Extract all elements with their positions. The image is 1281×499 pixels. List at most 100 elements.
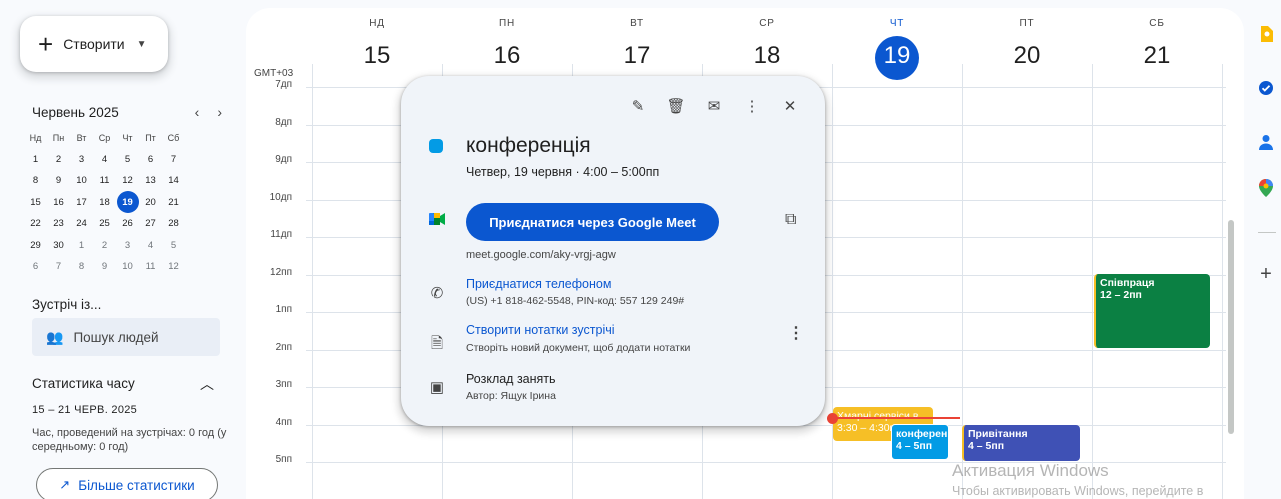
mini-calendar-day[interactable]: 28 — [162, 218, 185, 229]
mini-calendar-day[interactable]: 9 — [93, 261, 116, 272]
mini-calendar-day[interactable]: 13 — [139, 175, 162, 186]
mini-calendar-day[interactable]: 1 — [70, 240, 93, 251]
mini-calendar-day[interactable]: 8 — [70, 261, 93, 272]
mini-calendar-day[interactable]: 1 — [24, 154, 47, 165]
join-by-phone-link[interactable]: Приєднатися телефоном — [466, 277, 611, 291]
day-number[interactable]: 19 — [832, 42, 962, 70]
close-icon[interactable]: ✕ — [775, 94, 805, 118]
mini-calendar-day[interactable]: 20 — [139, 197, 162, 208]
mini-calendar-day[interactable]: 12 — [162, 261, 185, 272]
mini-calendar-day[interactable]: 16 — [47, 197, 70, 208]
event-collaboration[interactable]: Співпраця 12 – 2пп — [1094, 274, 1210, 348]
mini-calendar-day[interactable]: 9 — [47, 175, 70, 186]
mini-calendar-day[interactable]: 11 — [139, 261, 162, 272]
mini-calendar-day[interactable]: 11 — [93, 175, 116, 186]
more-insights-button[interactable]: ↗ Більше статистики — [36, 468, 218, 499]
people-search-input[interactable]: 👥 Пошук людей — [32, 318, 220, 356]
mini-calendar-day[interactable]: 7 — [47, 261, 70, 272]
mini-calendar-day[interactable]: 2 — [47, 154, 70, 165]
event-title: Співпраця — [1100, 277, 1155, 289]
mini-calendar-day[interactable]: 17 — [70, 197, 93, 208]
mini-calendar-day[interactable]: 30 — [47, 240, 70, 251]
mini-calendar-day[interactable]: 2 — [93, 240, 116, 251]
mini-calendar-today[interactable]: 19 — [116, 191, 139, 214]
maps-icon[interactable] — [1256, 178, 1276, 198]
day-number[interactable]: 20 — [962, 42, 1092, 70]
notes-more-icon[interactable]: ⋮ — [788, 323, 804, 343]
mini-calendar-day[interactable]: 12 — [116, 175, 139, 186]
day-of-week: ВТ — [630, 18, 644, 29]
mini-calendar-week: 1234567 — [24, 149, 226, 171]
mini-calendar-day[interactable]: 4 — [93, 154, 116, 165]
chevron-right-icon[interactable]: › — [217, 104, 222, 120]
day-of-week: НД — [369, 18, 385, 29]
mini-calendar-day[interactable]: 26 — [116, 218, 139, 229]
day-number[interactable]: 16 — [442, 42, 572, 70]
mini-calendar-day[interactable]: 10 — [116, 261, 139, 272]
day-number[interactable]: 15 — [312, 42, 442, 70]
event-datetime: Четвер, 19 червня · 4:00 – 5:00пп — [466, 165, 660, 179]
timezone-label: GMT+03 — [254, 68, 294, 79]
tasks-icon[interactable] — [1256, 78, 1276, 98]
add-addon-icon[interactable]: + — [1256, 263, 1276, 285]
day-number[interactable]: 17 — [572, 42, 702, 70]
mini-calendar-day[interactable]: 5 — [162, 240, 185, 251]
day-of-week: СР — [759, 18, 775, 29]
weekday-label: Пт — [145, 132, 156, 143]
day-header-19[interactable]: ЧТ 19 — [832, 8, 962, 88]
hour-label: 2пп — [275, 341, 292, 353]
keep-icon[interactable] — [1256, 24, 1276, 44]
mini-calendar-day[interactable]: 18 — [93, 197, 116, 208]
mini-calendar-week: 22 23 24 25 26 27 28 — [24, 213, 226, 235]
take-notes-link[interactable]: Створити нотатки зустрічі — [466, 323, 615, 337]
event-greeting[interactable]: Привітання 4 – 5пп — [962, 425, 1080, 461]
phone-details: (US) +1 818-462-5548, PIN-код: 557 129 2… — [466, 295, 685, 307]
scrollbar[interactable] — [1228, 220, 1234, 434]
mini-calendar-day[interactable]: 22 — [24, 218, 47, 229]
mini-calendar-day[interactable]: 6 — [139, 154, 162, 165]
mini-calendar-day[interactable]: 21 — [162, 197, 185, 208]
mini-calendar-day[interactable]: 3 — [116, 240, 139, 251]
hour-label: 3пп — [275, 379, 292, 390]
join-google-meet-button[interactable]: Приєднатися через Google Meet — [466, 203, 719, 241]
event-conference[interactable]: конференція 4 – 5пп — [891, 424, 949, 460]
calendar-name: Розклад занять — [466, 372, 556, 386]
edit-icon[interactable]: ✎ — [623, 94, 653, 118]
contacts-icon[interactable] — [1256, 132, 1276, 152]
mini-calendar-day[interactable]: 29 — [24, 240, 47, 251]
mini-calendar-day[interactable]: 6 — [24, 261, 47, 272]
mini-calendar-day[interactable]: 15 — [24, 197, 47, 208]
mini-calendar-day[interactable]: 25 — [93, 218, 116, 229]
mini-calendar-day[interactable]: 10 — [70, 175, 93, 186]
more-options-icon[interactable]: ⋮ — [737, 94, 767, 118]
event-title: конференція — [466, 134, 591, 157]
mini-calendar-header: Червень 2025 ‹ › — [32, 104, 222, 120]
weekday-label: Вт — [76, 132, 87, 143]
mini-calendar-day[interactable]: 4 — [139, 240, 162, 251]
day-number[interactable]: 18 — [702, 42, 832, 70]
hour-label: 12пп — [270, 266, 292, 278]
event-author: Автор: Ящук Ірина — [466, 390, 556, 402]
mini-calendar-day[interactable]: 27 — [139, 218, 162, 229]
mini-calendar-week: 8 9 10 11 12 13 14 — [24, 170, 226, 192]
mini-calendar-day[interactable]: 5 — [116, 154, 139, 165]
copy-icon[interactable]: ⧉ — [785, 211, 796, 229]
mini-calendar-day[interactable]: 3 — [70, 154, 93, 165]
delete-icon[interactable]: 🗑 — [661, 94, 691, 118]
email-icon[interactable]: ✉ — [699, 94, 729, 118]
mini-calendar-day[interactable]: 23 — [47, 218, 70, 229]
mini-calendar-day[interactable]: 24 — [70, 218, 93, 229]
day-number[interactable]: 21 — [1092, 42, 1222, 70]
mini-calendar-day[interactable]: 7 — [162, 154, 185, 165]
mini-calendar: Нд Пн Вт Ср Чт Пт Сб 1 2 3 4 5 6 7 8 9 10 11 12 13 14… — [24, 127, 226, 278]
time-insights-title: Статистика часу — [32, 376, 135, 391]
chevron-left-icon[interactable]: ‹ — [195, 104, 200, 120]
day-header-20[interactable]: ПТ 20 — [962, 8, 1092, 88]
chevron-up-icon[interactable]: ︿ — [200, 374, 214, 394]
mini-calendar-day[interactable]: 14 — [162, 175, 185, 186]
event-time: 4 – 5пп — [896, 440, 933, 452]
day-of-week: СБ — [1149, 18, 1165, 29]
mini-calendar-day[interactable]: 8 — [24, 175, 47, 186]
create-button[interactable]: + Створити ▼ — [20, 16, 168, 72]
day-header-21[interactable]: СБ 21 — [1092, 8, 1222, 88]
